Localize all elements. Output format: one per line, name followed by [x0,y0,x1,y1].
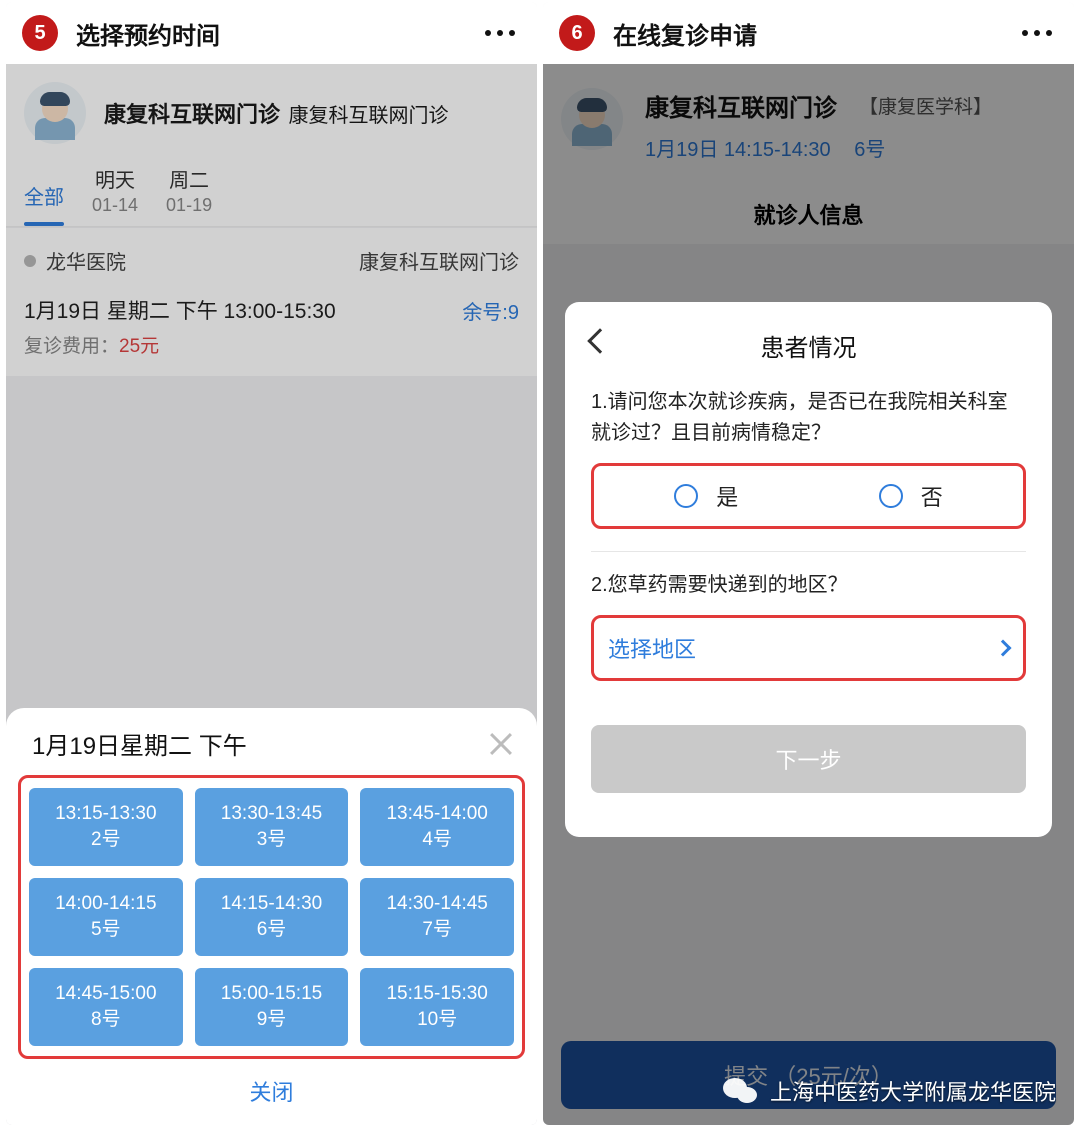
question-2: 2.您草药需要快递到的地区？ [591,570,1026,601]
header: 5 选择预约时间 [6,2,537,64]
slot-remaining: 余号:9 [462,296,519,325]
time-slot[interactable]: 14:45-15:008号 [29,968,183,1046]
radio-icon [674,484,698,508]
fee-value: 25元 [119,336,159,357]
time-slot-card[interactable]: 龙华医院 康复科互联网门诊 1月19日 星期二 下午 13:00-15:30 余… [6,228,537,376]
dept-title: 康复科互联网门诊 [645,88,837,123]
time-slot[interactable]: 13:15-13:302号 [29,788,183,866]
fee-label: 复诊费用： [24,336,119,357]
more-icon[interactable] [1022,30,1052,36]
sheet-title: 1月19日星期二 下午 [32,726,247,761]
time-slot[interactable]: 14:00-14:155号 [29,878,183,956]
step-badge: 6 [559,15,595,51]
dot-icon [24,255,36,267]
option-no[interactable]: 否 [879,480,943,512]
time-slot[interactable]: 13:45-14:004号 [360,788,514,866]
more-icon[interactable] [485,30,515,36]
doctor-card: 康复科互联网门诊 康复科互联网门诊 [6,64,537,150]
yes-no-group: 是 否 [591,463,1026,529]
avatar-icon [561,88,623,150]
question-1: 1.请问您本次就诊疾病，是否已在我院相关科室就诊过？且目前病情稳定？ [591,387,1026,449]
wechat-caption: 上海中医药大学附属龙华医院 [720,1071,1056,1111]
tab-all[interactable]: 全部 [24,181,64,226]
region-select[interactable]: 选择地区 [591,615,1026,681]
hospital-name: 龙华医院 [46,246,126,275]
doctor-card: 康复科互联网门诊 【康复医学科】 1月19日 14:15-14:30 6号 [543,64,1074,184]
sheet-close-button[interactable]: 关闭 [18,1059,525,1113]
appointment-no: 6号 [854,139,885,161]
wechat-icon [720,1071,760,1111]
slot-datetime: 1月19日 星期二 下午 13:00-15:30 [24,295,336,325]
patient-condition-popup: 患者情况 1.请问您本次就诊疾病，是否已在我院相关科室就诊过？且目前病情稳定？ … [565,302,1052,837]
tab-tomorrow[interactable]: 明天 01-14 [92,164,138,226]
close-icon[interactable] [487,730,515,758]
time-slot[interactable]: 14:15-14:306号 [195,878,349,956]
screen-followup-apply: 6 在线复诊申请 康复科互联网门诊 【康复医学科】 1月19日 14:15-14… [543,2,1074,1125]
time-slot-grid: 13:15-13:302号 13:30-13:453号 13:45-14:004… [18,775,525,1059]
radio-icon [879,484,903,508]
dept-tag: 【康复医学科】 [859,92,992,119]
date-tabs: 全部 明天 01-14 周二 01-19 [6,150,537,227]
chevron-right-icon [995,640,1012,657]
header: 6 在线复诊申请 [543,2,1074,64]
header-title: 在线复诊申请 [613,16,757,51]
time-slot[interactable]: 13:30-13:453号 [195,788,349,866]
next-button[interactable]: 下一步 [591,725,1026,793]
dept-name: 康复科互联网门诊 [359,246,519,275]
time-slot[interactable]: 15:15-15:3010号 [360,968,514,1046]
appointment-time: 1月19日 14:15-14:30 [645,139,831,161]
avatar-icon [24,82,86,144]
header-title: 选择预约时间 [76,16,220,51]
popup-title: 患者情况 [591,328,1026,363]
option-yes[interactable]: 是 [674,480,738,512]
time-picker-sheet: 1月19日星期二 下午 13:15-13:302号 13:30-13:453号 … [6,708,537,1125]
region-label: 选择地区 [608,632,696,664]
screen-select-time: 5 选择预约时间 康复科互联网门诊 康复科互联网门诊 全部 明天 01-14 周… [6,2,537,1125]
tab-tuesday[interactable]: 周二 01-19 [166,164,212,226]
time-slot[interactable]: 14:30-14:457号 [360,878,514,956]
time-slot[interactable]: 15:00-15:159号 [195,968,349,1046]
section-title: 就诊人信息 [543,184,1074,244]
step-badge: 5 [22,15,58,51]
dept-subtitle: 康复科互联网门诊 [288,105,448,127]
dept-title: 康复科互联网门诊 [104,102,280,127]
